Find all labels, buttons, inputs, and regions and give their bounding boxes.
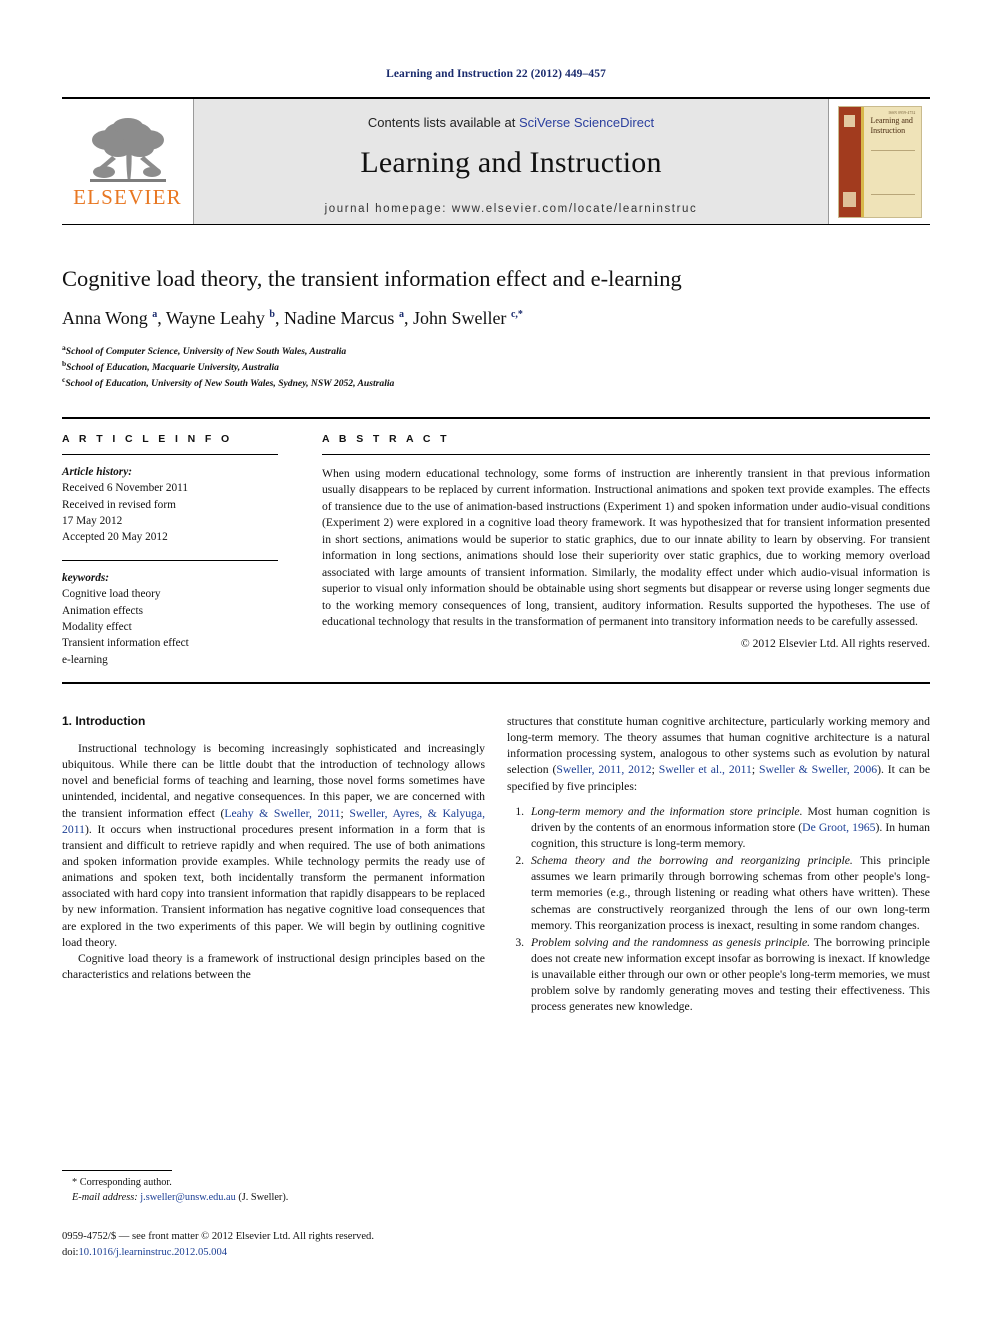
footnote-rule [62, 1170, 172, 1172]
keyword-item: Animation effects [62, 604, 144, 617]
affiliation-list: aSchool of Computer Science, University … [62, 343, 930, 391]
title-block: Cognitive load theory, the transient inf… [62, 225, 930, 391]
keywords-group: keywords: Cognitive load theory Animatio… [62, 570, 278, 668]
page-title: Cognitive load theory, the transient inf… [62, 266, 682, 291]
cover-body: ISSN 0959-4752 Learning and Instruction [864, 107, 921, 217]
affiliation-text: School of Education, Macquarie Universit… [66, 361, 279, 373]
abstract-heading: A B S T R A C T [322, 432, 450, 445]
email-label: E-mail address: [72, 1192, 138, 1204]
email-link[interactable]: j.sweller@unsw.edu.au [140, 1192, 235, 1203]
doi-label: doi: [62, 1247, 79, 1259]
affiliation-item: aSchool of Computer Science, University … [62, 343, 930, 359]
elsevier-tree-icon [89, 117, 166, 182]
principles-list: Long-term memory and the information sto… [507, 804, 930, 1016]
issn-line: 0959-4752/$ — see front matter © 2012 El… [62, 1231, 374, 1243]
journal-homepage-line[interactable]: journal homepage: www.elsevier.com/locat… [325, 203, 698, 215]
corresponding-author-line: * Corresponding author. [72, 1177, 172, 1189]
history-line: Received in revised form [62, 498, 176, 511]
keyword-item: Transient information effect [62, 637, 189, 650]
doi-link[interactable]: 10.1016/j.learninstruc.2012.05.004 [78, 1247, 227, 1258]
running-head: Learning and Instruction 22 (2012) 449–4… [386, 68, 606, 80]
affiliation-text: School of Computer Science, University o… [65, 345, 347, 357]
abstract-divider [322, 453, 930, 455]
citation-link[interactable]: De Groot, 1965 [802, 821, 875, 834]
cover-publisher-mark-icon [843, 114, 855, 127]
cover-rule-top [870, 149, 915, 151]
keywords-divider [62, 559, 278, 561]
citation-link[interactable]: Leahy & Sweller, 2011 [224, 807, 340, 820]
section-heading-introduction: 1. Introduction [62, 714, 146, 728]
abstract-copyright: © 2012 Elsevier Ltd. All rights reserved… [740, 637, 930, 651]
abstract-text: When using modern educational technology… [322, 466, 930, 628]
info-abstract-bottom-rule [62, 682, 930, 684]
cover-art: ISSN 0959-4752 Learning and Instruction [837, 105, 922, 218]
email-line: E-mail address: j.sweller@unsw.edu.au (J… [72, 1191, 495, 1206]
author-list: Anna Wong a, Wayne Leahy b, Nadine Marcu… [62, 308, 523, 328]
journal-masthead: ELSEVIER Contents lists available at Sci… [62, 97, 930, 225]
cover-logo-mark-icon [842, 191, 856, 207]
journal-cover-thumbnail: ISSN 0959-4752 Learning and Instruction [828, 99, 930, 224]
para-text: ; [651, 763, 659, 777]
body-column-right: structures that constitute human cogniti… [507, 714, 930, 1017]
cover-spine [838, 106, 861, 217]
keyword-item: e-learning [62, 653, 108, 666]
body-columns: 1. Introduction Instructional technology… [62, 714, 930, 1017]
affiliation-item: bSchool of Education, Macquarie Universi… [62, 359, 930, 375]
info-abstract-region: A R T I C L E I N F O Article history: R… [62, 416, 930, 668]
paragraph: Instructional technology is becoming inc… [62, 741, 485, 951]
contents-prefix: Contents lists available at [367, 114, 519, 130]
corresponding-author-note: * Corresponding author. E-mail address: … [62, 1176, 495, 1206]
doi-line: doi:10.1016/j.learninstruc.2012.05.004 [62, 1245, 495, 1261]
para-text: ; [751, 763, 759, 777]
article-info-column: A R T I C L E I N F O Article history: R… [62, 433, 300, 668]
email-suffix: (J. Sweller). [238, 1192, 289, 1204]
keyword-item: Cognitive load theory [62, 588, 161, 601]
list-item: Long-term memory and the information sto… [527, 804, 930, 852]
abstract-column: A B S T R A C T When using modern educat… [300, 433, 930, 668]
elsevier-wordmark: ELSEVIER [73, 184, 182, 209]
principle-title: Long-term memory and the information sto… [531, 804, 803, 818]
paragraph: structures that constitute human cogniti… [507, 714, 930, 795]
sciencedirect-link[interactable]: SciVerse ScienceDirect [519, 115, 654, 130]
article-history-group: Article history: Received 6 November 201… [62, 464, 278, 546]
contents-available-line: Contents lists available at SciVerse Sci… [368, 115, 654, 130]
history-line: 17 May 2012 [62, 515, 123, 527]
citation-link[interactable]: Sweller, 2011, 2012 [556, 763, 651, 776]
principle-title: Schema theory and the borrowing and reor… [531, 854, 853, 868]
list-item: Problem solving and the randomness as ge… [527, 935, 930, 1016]
journal-article-page: Learning and Instruction 22 (2012) 449–4… [0, 0, 992, 1323]
cover-rule-bottom [870, 193, 915, 195]
history-line: Accepted 20 May 2012 [62, 531, 168, 544]
masthead-center: Contents lists available at SciVerse Sci… [194, 99, 828, 224]
history-line: Received 6 November 2011 [62, 482, 189, 495]
keyword-item: Modality effect [62, 620, 132, 633]
cover-issn: ISSN 0959-4752 [888, 110, 916, 115]
footnote-area: * Corresponding author. E-mail address: … [62, 1170, 495, 1261]
article-info-heading: A R T I C L E I N F O [62, 432, 233, 445]
body-column-left: 1. Introduction Instructional technology… [62, 714, 485, 1017]
journal-title: Learning and Instruction [360, 145, 662, 179]
citation-link[interactable]: Sweller et al., 2011 [659, 763, 752, 776]
affiliation-item: cSchool of Education, University of New … [62, 375, 930, 391]
cover-journal-title: Learning and Instruction [870, 115, 913, 135]
principle-title: Problem solving and the randomness as ge… [531, 935, 811, 949]
article-history-label: Article history: [62, 465, 132, 478]
elsevier-logo: ELSEVIER [62, 99, 194, 224]
citation-link[interactable]: Sweller & Sweller, 2006 [759, 763, 877, 776]
keywords-label: keywords: [62, 571, 110, 584]
paragraph: Cognitive load theory is a framework of … [62, 951, 485, 981]
affiliation-text: School of Education, University of New S… [65, 377, 395, 389]
list-item: Schema theory and the borrowing and reor… [527, 853, 930, 934]
article-info-divider [62, 453, 278, 455]
issn-copyright-block: 0959-4752/$ — see front matter © 2012 El… [62, 1229, 495, 1261]
para-text: ). It occurs when instructional procedur… [62, 822, 485, 949]
